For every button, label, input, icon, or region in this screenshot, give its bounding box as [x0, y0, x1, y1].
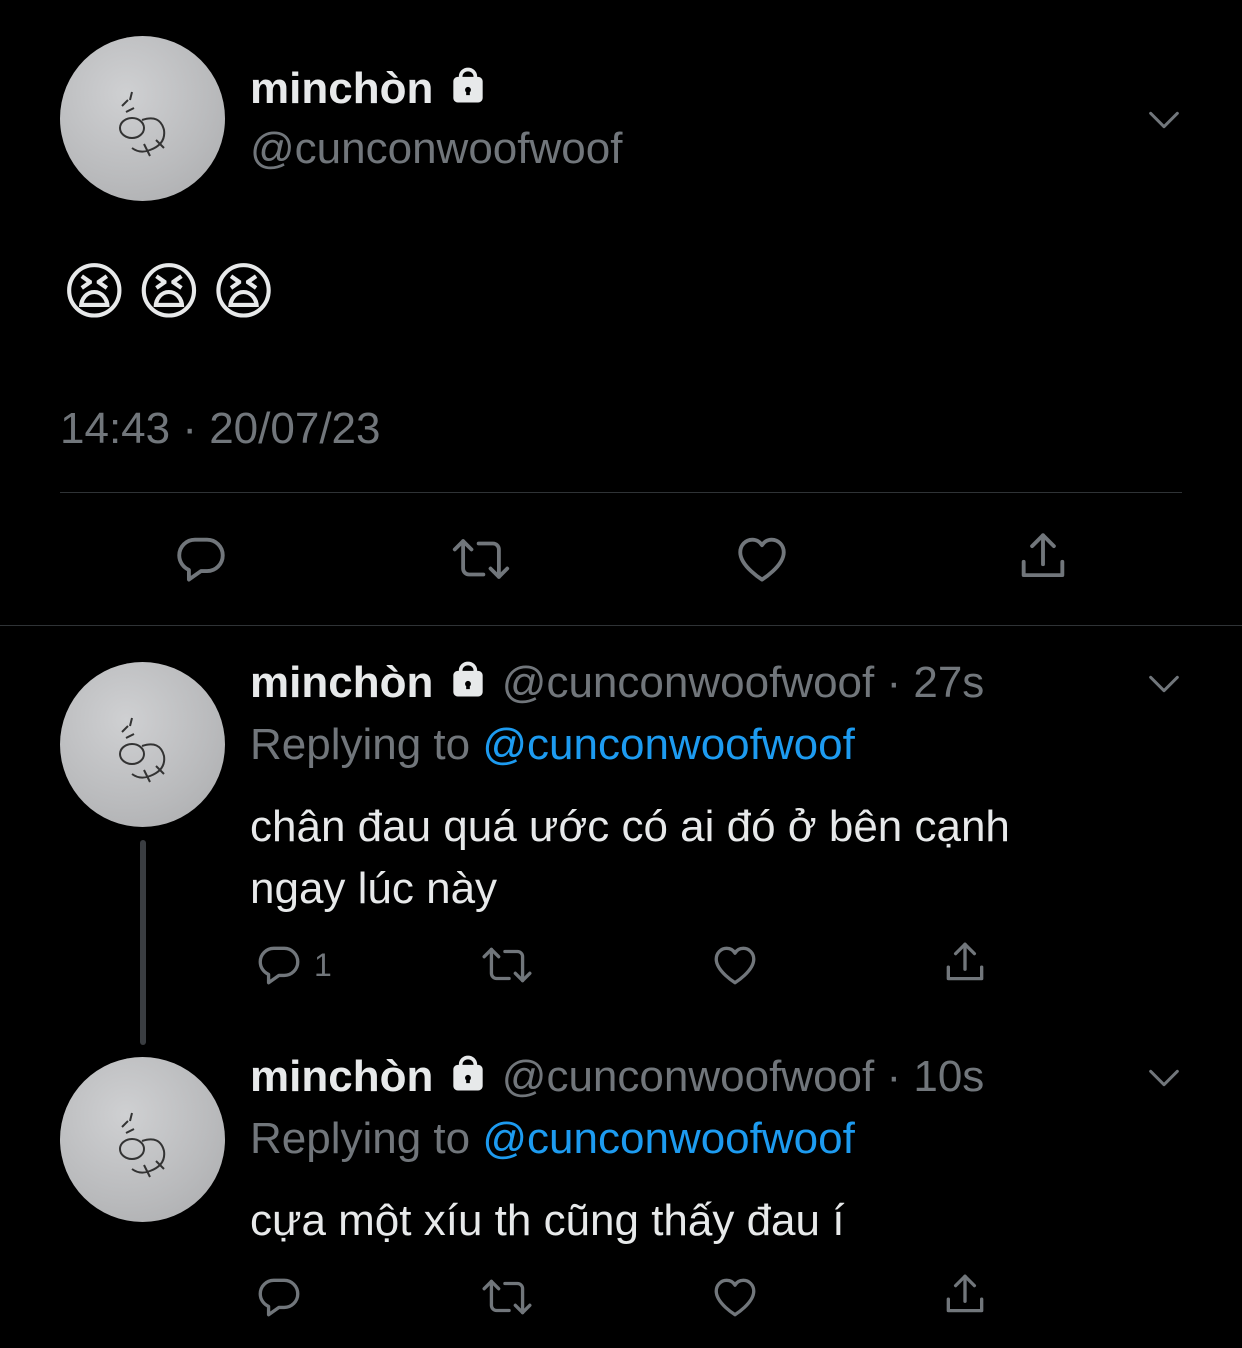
share-button[interactable] [940, 1270, 990, 1320]
lock-icon [446, 1052, 490, 1107]
chevron-down-icon[interactable] [1144, 100, 1184, 145]
share-button[interactable] [1014, 528, 1072, 586]
reply-button[interactable] [254, 1272, 314, 1322]
divider [60, 492, 1182, 493]
handle[interactable]: @cunconwoofwoof [502, 658, 874, 707]
tweet-text: 😫😫😫 [62, 258, 286, 327]
reply-icon [254, 1272, 304, 1322]
avatar[interactable] [60, 36, 225, 201]
share-icon [1014, 528, 1072, 586]
retweet-icon [450, 530, 512, 588]
replying-to-label: Replying to [250, 1114, 471, 1163]
share-icon [940, 938, 990, 988]
handle[interactable]: @cunconwoofwoof [250, 124, 622, 174]
replying-to-label: Replying to [250, 720, 471, 769]
replying-to-link[interactable]: @cunconwoofwoof [482, 720, 854, 769]
replying-to: Replying to @cunconwoofwoof [250, 1114, 855, 1164]
thread-line [140, 840, 146, 1045]
retweet-button[interactable] [480, 940, 534, 990]
chevron-down-icon[interactable] [1144, 664, 1184, 709]
avatar-doodle [119, 91, 166, 157]
avatar[interactable] [60, 662, 225, 827]
replying-to: Replying to @cunconwoofwoof [250, 720, 855, 770]
like-button[interactable] [733, 530, 791, 588]
tweet-text: cựa một xíu th cũng thấy đau í [250, 1190, 844, 1252]
heart-icon [733, 530, 791, 588]
reply-icon [172, 530, 230, 588]
handle[interactable]: @cunconwoofwoof [502, 1052, 874, 1101]
chevron-down-icon[interactable] [1144, 1058, 1184, 1103]
tweet-text-line: cựa một xíu th cũng thấy đau í [250, 1196, 845, 1245]
retweet-icon [480, 1272, 534, 1322]
share-button[interactable] [940, 938, 990, 988]
reply-icon [254, 940, 304, 990]
tweet-text: chân đau quá ước có ai đó ở bên cạnh nga… [250, 796, 1010, 920]
display-name[interactable]: minchòn [250, 1052, 433, 1101]
lock-icon [446, 658, 490, 713]
heart-icon [710, 940, 760, 990]
avatar-doodle [119, 1112, 166, 1178]
tweet-text-line: chân đau quá ước có ai đó ở bên cạnh [250, 802, 1010, 851]
reply-count: 1 [314, 946, 332, 983]
retweet-button[interactable] [480, 1272, 534, 1322]
timestamp[interactable]: 14:43 · 20/07/23 [60, 404, 380, 454]
time-ago[interactable]: · 10s [886, 1052, 984, 1101]
lock-icon [446, 64, 490, 119]
avatar[interactable] [60, 1057, 225, 1222]
display-name[interactable]: minchòn [250, 658, 433, 707]
reply-button[interactable]: 1 [254, 940, 332, 990]
reply-button[interactable] [172, 530, 230, 588]
replying-to-link[interactable]: @cunconwoofwoof [482, 1114, 854, 1163]
time-ago[interactable]: · 27s [886, 658, 984, 707]
avatar-doodle [119, 717, 166, 783]
share-icon [940, 1270, 990, 1320]
like-button[interactable] [710, 1272, 760, 1322]
display-name[interactable]: minchòn [250, 64, 433, 113]
retweet-button[interactable] [450, 530, 512, 588]
like-button[interactable] [710, 940, 760, 990]
retweet-icon [480, 940, 534, 990]
section-divider [0, 625, 1242, 626]
heart-icon [710, 1272, 760, 1322]
tweet-text-line: ngay lúc này [250, 864, 498, 913]
